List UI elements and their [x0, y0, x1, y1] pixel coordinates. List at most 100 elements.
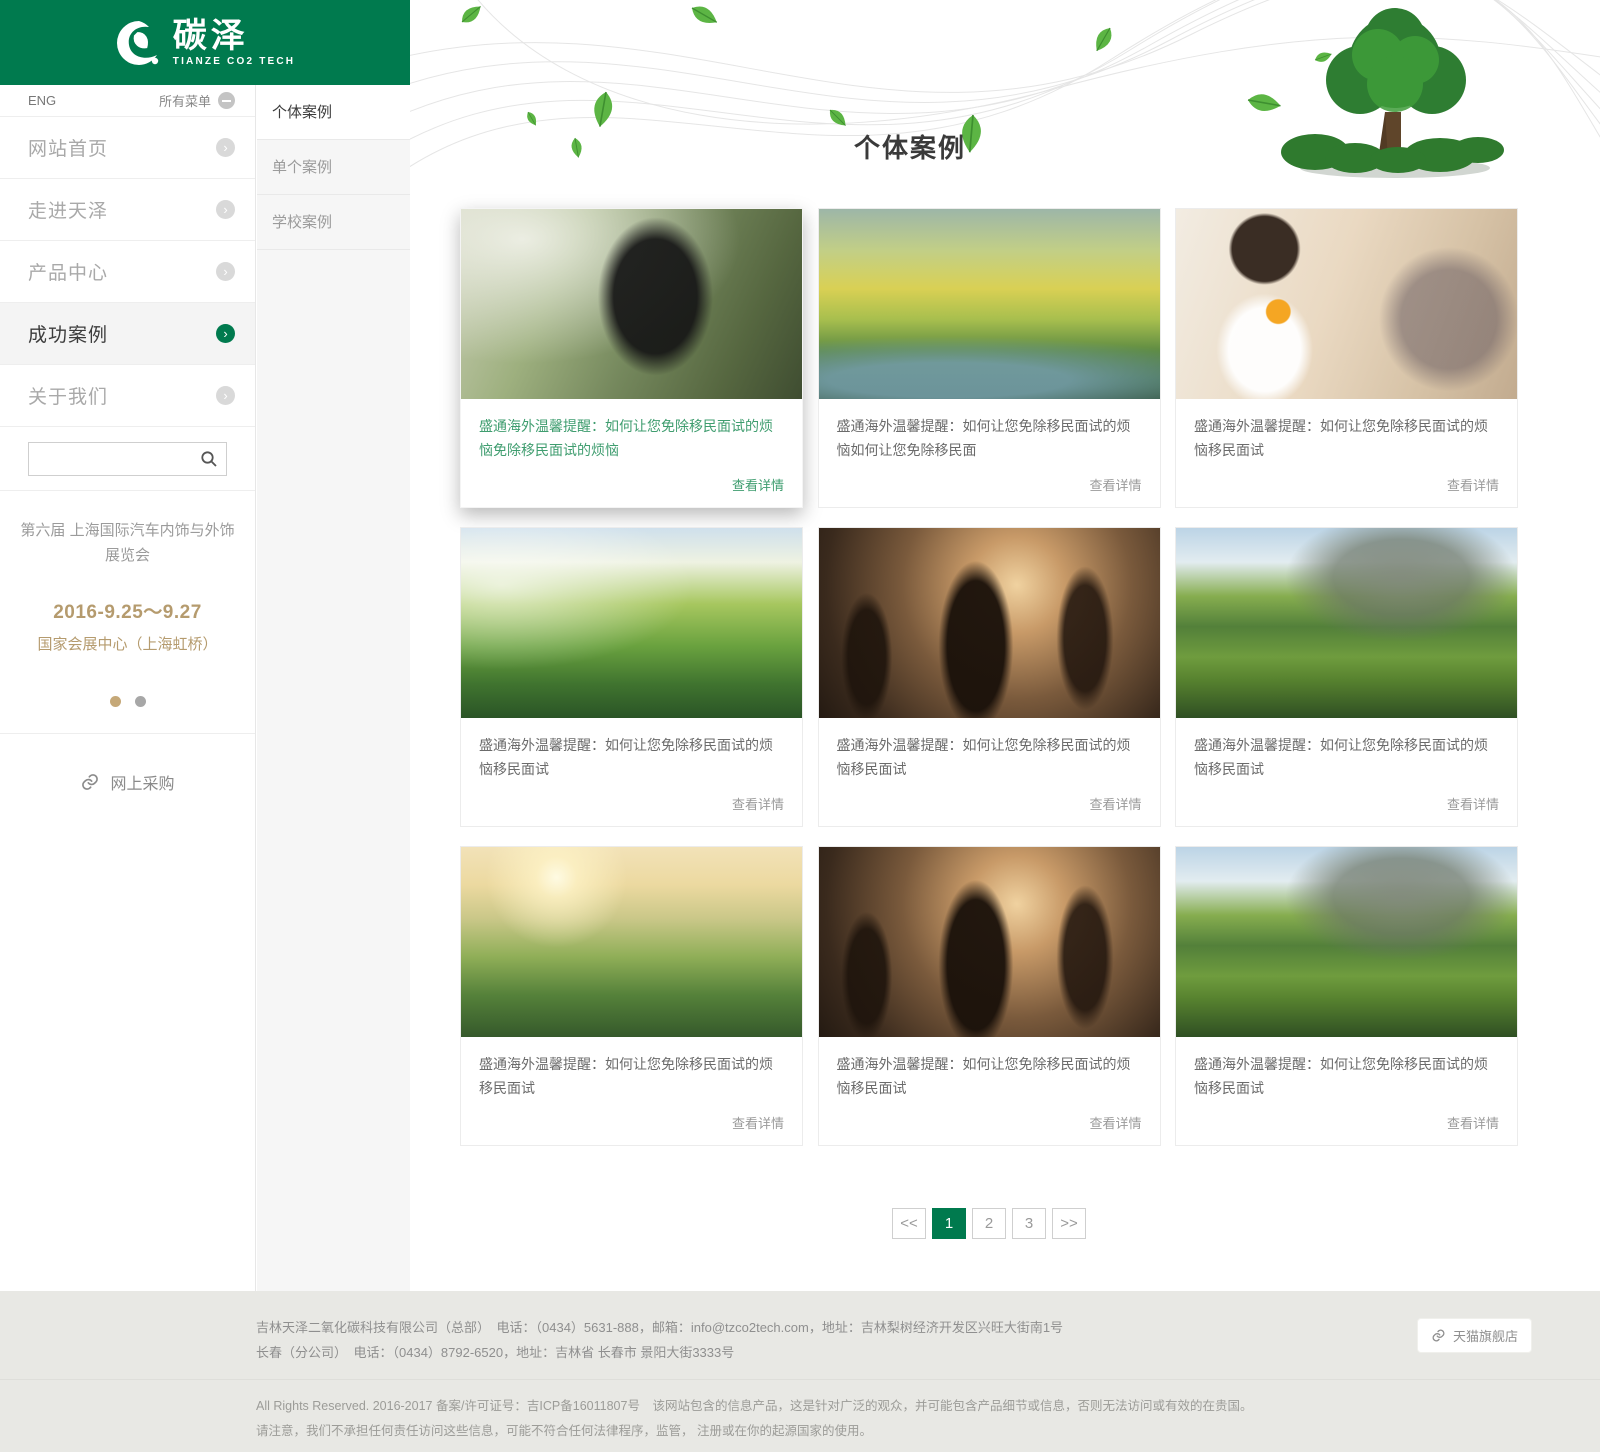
chevron-right-icon: › [216, 138, 235, 157]
tmall-store-label: 天猫旗舰店 [1453, 1326, 1518, 1345]
case-card[interactable]: 盛通海外温馨提醒：如何让您免除移民面试的烦恼移民面试 查看详情 [1175, 208, 1518, 508]
card-body: 盛通海外温馨提醒：如何让您免除移民面试的烦恼移民面试 查看详情 [819, 1037, 1160, 1145]
online-purchase-label: 网上采购 [110, 770, 174, 794]
submenu: 个体案例 单个案例 学校案例 [257, 85, 410, 1291]
case-card[interactable]: 盛通海外温馨提醒：如何让您免除移民面试的烦恼移民面试 查看详情 [1175, 846, 1518, 1146]
search-box [28, 442, 227, 476]
footer-company-line1: 吉林天泽二氧化碳科技有限公司（总部） 电话：（0434）5631-888，邮箱：… [256, 1315, 1530, 1340]
view-details-link[interactable]: 查看详情 [837, 475, 1142, 494]
collapse-minus-icon [218, 92, 235, 109]
card-body: 盛通海外温馨提醒：如何让您免除移民面试的烦恼移民面试 查看详情 [1176, 718, 1517, 826]
card-image-girl-with-family[interactable] [1176, 209, 1517, 399]
sidebar-item-about-us[interactable]: 关于我们 › [0, 365, 255, 427]
card-body: 盛通海外温馨提醒：如何让您免除移民面试的烦恼免除移民面试的烦恼 查看详情 [461, 399, 802, 507]
sidebar-item-home[interactable]: 网站首页 › [0, 117, 255, 179]
submenu-item-school-cases[interactable]: 学校案例 [257, 195, 410, 250]
card-title[interactable]: 盛通海外温馨提醒：如何让您免除移民面试的烦恼如何让您免除移民面 [837, 414, 1142, 462]
all-menu-toggle[interactable]: 所有菜单 [159, 91, 235, 110]
page: 碳泽 TIANZE CO2 TECH ENG 所有菜单 网站首页 › 走进天泽 … [0, 0, 1600, 1452]
logo-subtitle: TIANZE CO2 TECH [173, 56, 295, 67]
sidebar-item-label: 走进天泽 [28, 196, 108, 223]
case-card[interactable]: 盛通海外温馨提醒：如何让您免除移民面试的烦恼移民面试 查看详情 [1175, 527, 1518, 827]
case-card[interactable]: 盛通海外温馨提醒：如何让您免除移民面试的烦恼移民面试 查看详情 [460, 527, 803, 827]
submenu-item-single-cases[interactable]: 单个案例 [257, 140, 410, 195]
sidebar-item-label: 产品中心 [28, 258, 108, 285]
card-image-chess-pieces[interactable] [819, 528, 1160, 718]
card-body: 盛通海外温馨提醒：如何让您免除移民面试的烦恼移民面试 查看详情 [819, 718, 1160, 826]
sidebar-item-success-cases[interactable]: 成功案例 › [0, 303, 255, 365]
online-purchase-link[interactable]: 网上采购 [0, 734, 255, 830]
card-title[interactable]: 盛通海外温馨提醒：如何让您免除移民面试的烦恼移民面试 [837, 733, 1142, 781]
pagination-next-button[interactable]: >> [1052, 1208, 1086, 1239]
card-image-terraced-fields-river[interactable] [819, 209, 1160, 399]
card-image-green-hills[interactable] [461, 528, 802, 718]
carousel-dot-2[interactable] [135, 696, 146, 707]
card-image-chess-pieces[interactable] [819, 847, 1160, 1037]
footer-copyright: All Rights Reserved. 2016-2017 备案/许可证号：吉… [0, 1379, 1600, 1444]
page-banner: 个体案例 [410, 0, 1600, 205]
view-details-link[interactable]: 查看详情 [1194, 475, 1499, 494]
card-body: 盛通海外温馨提醒：如何让您免除移民面试的烦恼如何让您免除移民面 查看详情 [819, 399, 1160, 507]
promo-title: 第六届 上海国际汽车内饰与外饰展览会 [18, 519, 237, 569]
promo-carousel: 第六届 上海国际汽车内饰与外饰展览会 2016-9.25～9.27 国家会展中心… [0, 491, 255, 734]
search-icon [200, 450, 218, 468]
search-button[interactable] [196, 446, 222, 472]
carousel-dot-1[interactable] [110, 696, 121, 707]
footer-company-info: 吉林天泽二氧化碳科技有限公司（总部） 电话：（0434）5631-888，邮箱：… [0, 1291, 1600, 1365]
chevron-right-icon: › [216, 200, 235, 219]
sidebar-item-about-tianze[interactable]: 走进天泽 › [0, 179, 255, 241]
card-title[interactable]: 盛通海外温馨提醒：如何让您免除移民面试的烦恼免除移民面试的烦恼 [479, 414, 784, 462]
view-details-link[interactable]: 查看详情 [1194, 1113, 1499, 1132]
carousel-dots [18, 696, 237, 713]
promo-venue: 国家会展中心（上海虹桥） [18, 633, 237, 654]
card-title[interactable]: 盛通海外温馨提醒：如何让您免除移民面试的烦恼移民面试 [1194, 414, 1499, 462]
leaf-logo-icon [115, 19, 163, 67]
card-title[interactable]: 盛通海外温馨提醒：如何让您免除移民面试的烦恼移民面试 [479, 733, 784, 781]
card-image-mountain-lake[interactable] [1176, 528, 1517, 718]
brand-header[interactable]: 碳泽 TIANZE CO2 TECH [0, 0, 410, 85]
footer-company-line2: 长春（分公司） 电话：（0434）8792-6520，地址：吉林省 长春市 景阳… [256, 1340, 1530, 1365]
view-details-link[interactable]: 查看详情 [837, 794, 1142, 813]
tmall-store-button[interactable]: 天猫旗舰店 [1417, 1318, 1532, 1353]
pagination-page-2[interactable]: 2 [972, 1208, 1006, 1239]
card-image-photographer-in-meadow[interactable] [461, 209, 802, 399]
submenu-item-individual-cases[interactable]: 个体案例 [257, 85, 410, 140]
all-menu-label: 所有菜单 [159, 91, 211, 110]
view-details-link[interactable]: 查看详情 [479, 1113, 784, 1132]
card-title[interactable]: 盛通海外温馨提醒：如何让您免除移民面试的烦恼移民面试 [1194, 733, 1499, 781]
case-card[interactable]: 盛通海外温馨提醒：如何让您免除移民面试的烦恼如何让您免除移民面 查看详情 [818, 208, 1161, 508]
sidebar: ENG 所有菜单 网站首页 › 走进天泽 › 产品中心 › 成功案例 › 关于我… [0, 85, 256, 1291]
case-card[interactable]: 盛通海外温馨提醒：如何让您免除移民面试的烦恼移民面试 查看详情 [818, 527, 1161, 827]
sidebar-item-label: 成功案例 [28, 320, 108, 347]
card-title[interactable]: 盛通海外温馨提醒：如何让您免除移民面试的烦恼移民面试 [1194, 1052, 1499, 1100]
case-card[interactable]: 盛通海外温馨提醒：如何让您免除移民面试的烦恼移民面试 查看详情 [818, 846, 1161, 1146]
view-details-link[interactable]: 查看详情 [1194, 794, 1499, 813]
card-title[interactable]: 盛通海外温馨提醒：如何让您免除移民面试的烦恼移民面试 [837, 1052, 1142, 1100]
sidebar-top-row: ENG 所有菜单 [0, 85, 255, 117]
pagination-page-1[interactable]: 1 [932, 1208, 966, 1239]
promo-date: 2016-9.25～9.27 [18, 597, 237, 624]
sidebar-item-products[interactable]: 产品中心 › [0, 241, 255, 303]
logo-cn: 碳泽 [173, 19, 295, 53]
chevron-right-icon: › [216, 262, 235, 281]
main-content: 个体案例 盛通海外温馨提醒：如何让您免除移民面试的烦恼免除移民面试的烦恼 查看详… [410, 0, 1600, 1291]
link-chain-icon [1431, 1328, 1446, 1343]
language-switch[interactable]: ENG [28, 93, 56, 108]
chevron-right-icon: › [216, 324, 235, 343]
case-card[interactable]: 盛通海外温馨提醒：如何让您免除移民面试的烦移民面试 查看详情 [460, 846, 803, 1146]
search-area [0, 427, 255, 491]
card-title[interactable]: 盛通海外温馨提醒：如何让您免除移民面试的烦移民面试 [479, 1052, 784, 1100]
card-body: 盛通海外温馨提醒：如何让您免除移民面试的烦移民面试 查看详情 [461, 1037, 802, 1145]
view-details-link[interactable]: 查看详情 [479, 475, 784, 494]
pagination-page-3[interactable]: 3 [1012, 1208, 1046, 1239]
cards-section: 盛通海外温馨提醒：如何让您免除移民面试的烦恼免除移民面试的烦恼 查看详情 盛通海… [460, 208, 1518, 1239]
card-image-mountain-lake[interactable] [1176, 847, 1517, 1037]
pagination-prev-button[interactable]: << [892, 1208, 926, 1239]
logo-text: 碳泽 TIANZE CO2 TECH [173, 19, 295, 67]
copyright-line1: All Rights Reserved. 2016-2017 备案/许可证号：吉… [256, 1394, 1530, 1419]
view-details-link[interactable]: 查看详情 [479, 794, 784, 813]
card-image-sunrise-hills[interactable] [461, 847, 802, 1037]
view-details-link[interactable]: 查看详情 [837, 1113, 1142, 1132]
footer: 吉林天泽二氧化碳科技有限公司（总部） 电话：（0434）5631-888，邮箱：… [0, 1291, 1600, 1452]
case-card[interactable]: 盛通海外温馨提醒：如何让您免除移民面试的烦恼免除移民面试的烦恼 查看详情 [460, 208, 803, 508]
